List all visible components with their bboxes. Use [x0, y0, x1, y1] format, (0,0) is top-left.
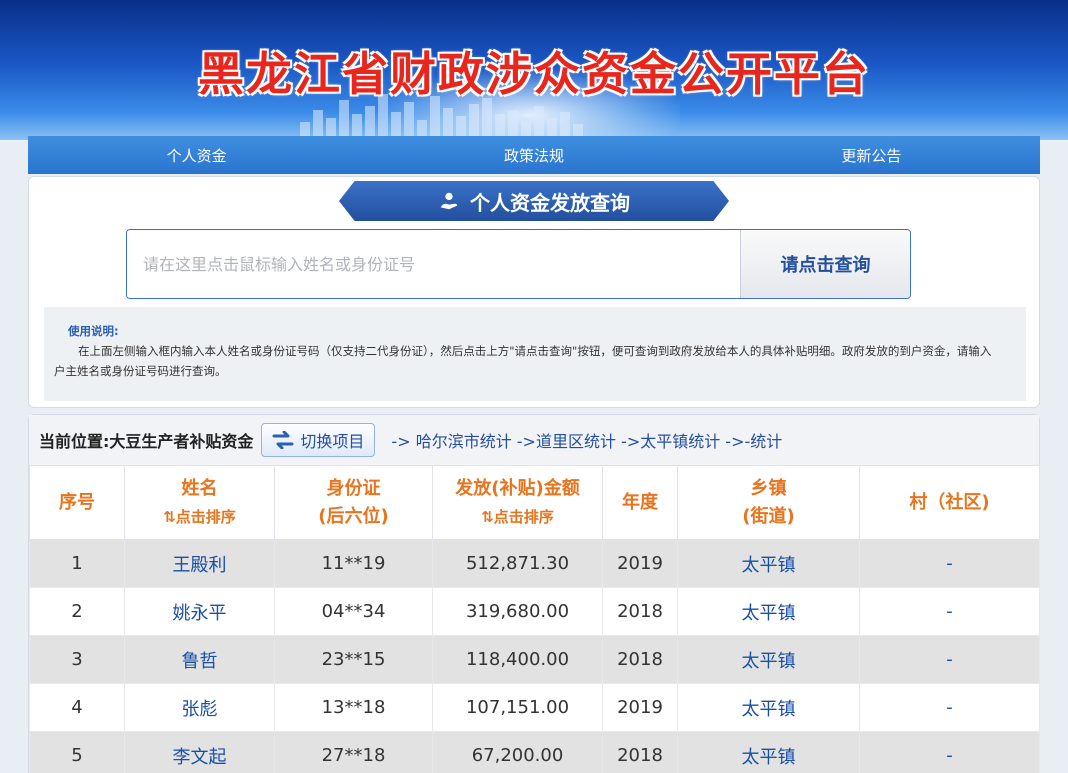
amount-sort-toggle[interactable]: ⇅点击排序	[433, 503, 602, 531]
table-row: 3 鲁哲 23**15 118,400.00 2018 太平镇 -	[29, 635, 1040, 684]
col-header-town: 乡镇 (街道)	[677, 465, 860, 540]
cell-id: 11**19	[274, 539, 433, 588]
cell-amount: 107,151.00	[432, 683, 603, 732]
instructions-body: 在上面左侧输入框内输入本人姓名或身份证号码（仅支持二代身份证），然后点击上方"请…	[54, 344, 992, 378]
cell-year: 2018	[602, 587, 678, 636]
search-button[interactable]: 请点击查询	[740, 230, 910, 298]
col-header-id-line2: (后六位)	[318, 505, 389, 527]
query-panel: 个人资金发放查询 请点击查询 使用说明: 在上面左侧输入框内输入本人姓名或身份证…	[28, 176, 1040, 408]
cell-year: 2018	[602, 635, 678, 684]
current-location: 当前位置:大豆生产者补贴资金	[39, 432, 254, 451]
cell-village[interactable]: -	[859, 683, 1040, 732]
usage-instructions: 使用说明: 在上面左侧输入框内输入本人姓名或身份证号码（仅支持二代身份证），然后…	[44, 307, 1026, 401]
table-row: 2 姚永平 04**34 319,680.00 2018 太平镇 -	[29, 587, 1040, 636]
cell-index: 2	[29, 587, 125, 636]
cell-town[interactable]: 太平镇	[677, 635, 860, 684]
cell-id: 04**34	[274, 587, 433, 636]
search-input[interactable]	[127, 230, 740, 298]
col-header-id: 身份证 (后六位)	[274, 465, 433, 540]
nav-item-policies[interactable]: 政策法规	[365, 145, 702, 166]
subsidy-table: 序号 姓名 ⇅点击排序 身份证 (后六位) 发放(补贴)金额 ⇅点击排序 年度 …	[29, 465, 1040, 773]
cell-town[interactable]: 太平镇	[677, 731, 860, 773]
col-header-index: 序号	[29, 465, 125, 540]
col-header-town-line2: (街道)	[742, 505, 795, 527]
name-sort-toggle[interactable]: ⇅点击排序	[125, 503, 274, 531]
col-header-year: 年度	[602, 465, 678, 540]
cell-index: 4	[29, 683, 125, 732]
cell-year: 2018	[602, 731, 678, 773]
cell-amount: 67,200.00	[432, 731, 603, 773]
cell-name[interactable]: 姚永平	[124, 587, 275, 636]
cell-town[interactable]: 太平镇	[677, 683, 860, 732]
cell-year: 2019	[602, 539, 678, 588]
location-bar: 当前位置:大豆生产者补贴资金 切换项目 -> 哈尔滨市统计 ->道里区统计 ->…	[29, 415, 1039, 465]
cell-amount: 319,680.00	[432, 587, 603, 636]
col-header-amount[interactable]: 发放(补贴)金额 ⇅点击排序	[432, 465, 603, 540]
query-ribbon: 个人资金发放查询	[339, 181, 729, 221]
table-row: 1 王殿利 11**19 512,871.30 2019 太平镇 -	[29, 539, 1040, 588]
cell-name[interactable]: 张彪	[124, 683, 275, 732]
switch-project-label: 切换项目	[300, 432, 365, 451]
cell-index: 3	[29, 635, 125, 684]
cell-id: 27**18	[274, 731, 433, 773]
cell-index: 5	[29, 731, 125, 773]
breadcrumb[interactable]: -> 哈尔滨市统计 ->道里区统计 ->太平镇统计 ->-统计	[391, 428, 782, 452]
search-row: 请点击查询	[126, 229, 911, 299]
col-header-town-line1: 乡镇	[750, 477, 787, 499]
col-header-amount-label: 发放(补贴)金额	[455, 477, 580, 499]
nav-item-personal-funds[interactable]: 个人资金	[28, 145, 365, 166]
cell-village[interactable]: -	[859, 635, 1040, 684]
header-banner: 黑龙江省财政涉众资金公开平台	[0, 0, 1068, 140]
cell-index: 1	[29, 539, 125, 588]
cell-village[interactable]: -	[859, 731, 1040, 773]
switch-project-button[interactable]: 切换项目	[261, 423, 376, 457]
cell-id: 13**18	[274, 683, 433, 732]
col-header-name[interactable]: 姓名 ⇅点击排序	[124, 465, 275, 540]
table-header-row: 序号 姓名 ⇅点击排序 身份证 (后六位) 发放(补贴)金额 ⇅点击排序 年度 …	[29, 465, 1040, 540]
cell-amount: 512,871.30	[432, 539, 603, 588]
results-panel: 当前位置:大豆生产者补贴资金 切换项目 -> 哈尔滨市统计 ->道里区统计 ->…	[28, 414, 1040, 773]
cell-year: 2019	[602, 683, 678, 732]
user-hand-icon	[440, 192, 458, 210]
nav-item-announcements[interactable]: 更新公告	[703, 145, 1040, 166]
cell-name[interactable]: 李文起	[124, 731, 275, 773]
cell-town[interactable]: 太平镇	[677, 587, 860, 636]
cell-town[interactable]: 太平镇	[677, 539, 860, 588]
col-header-village: 村（社区)	[859, 465, 1040, 540]
instructions-title: 使用说明:	[68, 324, 119, 338]
table-row: 4 张彪 13**18 107,151.00 2019 太平镇 -	[29, 683, 1040, 732]
table-row: 5 李文起 27**18 67,200.00 2018 太平镇 -	[29, 731, 1040, 773]
cell-name[interactable]: 鲁哲	[124, 635, 275, 684]
col-header-name-label: 姓名	[181, 477, 218, 499]
cell-amount: 118,400.00	[432, 635, 603, 684]
cell-village[interactable]: -	[859, 539, 1040, 588]
site-title: 黑龙江省财政涉众资金公开平台	[198, 47, 870, 101]
cell-village[interactable]: -	[859, 587, 1040, 636]
cell-name[interactable]: 王殿利	[124, 539, 275, 588]
main-nav: 个人资金 政策法规 更新公告	[28, 136, 1040, 174]
col-header-id-line1: 身份证	[326, 477, 381, 499]
query-ribbon-title: 个人资金发放查询	[470, 190, 630, 215]
cell-id: 23**15	[274, 635, 433, 684]
switch-arrows-icon	[272, 431, 294, 449]
